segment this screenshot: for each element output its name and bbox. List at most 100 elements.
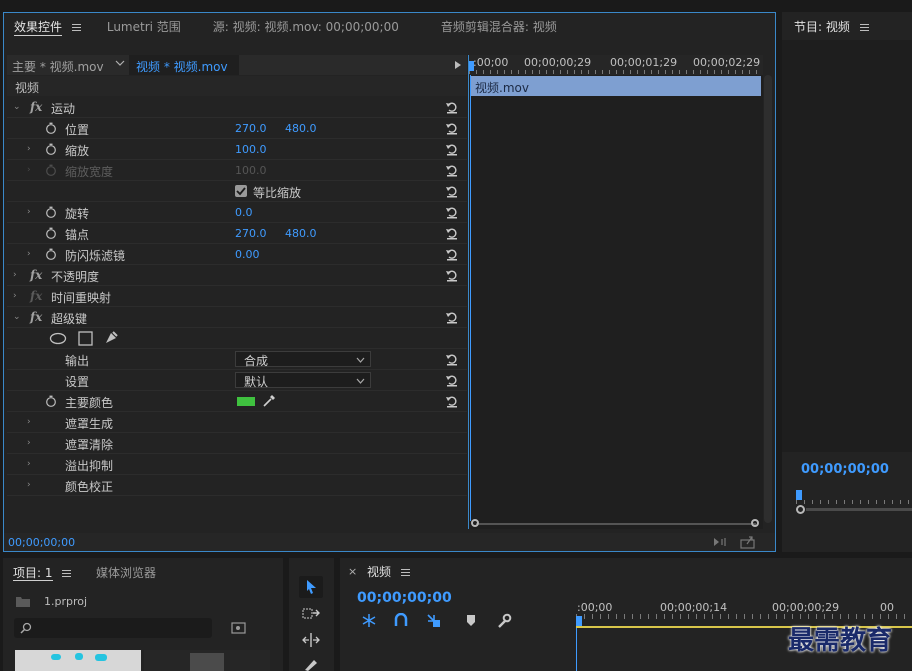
play-only-icon[interactable] bbox=[454, 59, 462, 73]
effect-ultra-key[interactable]: ⌄ fx 超级键 bbox=[7, 307, 467, 328]
tab-media-browser[interactable]: 媒体浏览器 bbox=[96, 564, 156, 581]
export-icon[interactable] bbox=[740, 535, 756, 549]
program-timecode[interactable]: 00;00;00;00 bbox=[801, 462, 889, 477]
fx-icon[interactable]: fx bbox=[30, 310, 42, 324]
sequence-clip-tab[interactable]: 视频 * 视频.mov bbox=[129, 55, 239, 75]
tab-audio-clip-mixer[interactable]: 音频剪辑混合器: 视频 bbox=[431, 18, 567, 35]
anti-flicker-value[interactable]: 0.00 bbox=[235, 248, 260, 261]
effect-opacity[interactable]: › fx 不透明度 bbox=[7, 265, 467, 286]
reset-icon[interactable] bbox=[445, 268, 459, 282]
stopwatch-icon[interactable] bbox=[45, 143, 57, 155]
stopwatch-icon[interactable] bbox=[45, 227, 57, 239]
zoom-scrollbar[interactable] bbox=[471, 519, 761, 529]
reset-icon[interactable] bbox=[445, 142, 459, 156]
effect-time-remapping[interactable]: › fx 时间重映射 bbox=[7, 286, 467, 307]
effect-timeline-clip[interactable]: 视频.mov bbox=[471, 76, 761, 96]
effect-timecode[interactable]: 00;00;00;00 bbox=[8, 536, 75, 549]
clip-thumbnail-2[interactable] bbox=[144, 650, 270, 671]
chevron-down-icon[interactable] bbox=[115, 57, 125, 71]
reset-icon[interactable] bbox=[445, 352, 459, 366]
reset-icon[interactable] bbox=[445, 205, 459, 219]
output-dropdown[interactable]: 合成 bbox=[235, 351, 371, 368]
program-monitor-tab[interactable]: 节目: 视频 bbox=[794, 18, 869, 35]
chevron-right-icon[interactable]: › bbox=[27, 248, 37, 260]
fx-icon[interactable]: fx bbox=[30, 100, 42, 114]
setting-dropdown[interactable]: 默认 bbox=[235, 372, 371, 389]
effect-timeline-ruler[interactable]: :00;00 00;00;00;29 00;00;01;29 00;00;02;… bbox=[469, 55, 763, 75]
playhead-marker[interactable] bbox=[796, 490, 802, 500]
stopwatch-icon[interactable] bbox=[45, 122, 57, 134]
zoom-handle-left[interactable] bbox=[796, 505, 805, 514]
sequence-timecode[interactable]: 00;00;00;00 bbox=[357, 590, 452, 606]
play-audio-icon[interactable] bbox=[712, 536, 728, 548]
scale-value[interactable]: 100.0 bbox=[235, 143, 267, 156]
snap-magnet-icon[interactable] bbox=[394, 613, 408, 628]
panel-menu-icon[interactable] bbox=[400, 567, 410, 578]
chevron-down-icon[interactable]: ⌄ bbox=[13, 101, 23, 113]
stopwatch-icon[interactable] bbox=[45, 395, 57, 407]
playhead-marker[interactable] bbox=[576, 616, 582, 626]
close-icon[interactable]: × bbox=[348, 565, 357, 578]
program-zoom-bar[interactable] bbox=[796, 505, 912, 515]
fx-icon[interactable]: fx bbox=[30, 268, 42, 282]
tab-lumetri-scopes[interactable]: Lumetri 范围 bbox=[97, 18, 191, 35]
zoom-handle-right[interactable] bbox=[751, 519, 759, 527]
chevron-right-icon[interactable]: › bbox=[27, 143, 37, 155]
reset-icon[interactable] bbox=[445, 373, 459, 387]
stopwatch-icon[interactable] bbox=[45, 248, 57, 260]
nest-sequence-icon[interactable] bbox=[361, 613, 377, 628]
add-marker-icon[interactable] bbox=[465, 614, 477, 628]
project-search-input[interactable] bbox=[14, 618, 212, 638]
position-x-value[interactable]: 270.0 bbox=[235, 122, 267, 135]
group-matte-cleanup[interactable]: › 遮罩清除 bbox=[7, 433, 467, 454]
key-color-swatch[interactable] bbox=[237, 397, 255, 406]
linked-selection-icon[interactable] bbox=[426, 613, 442, 628]
tab-source[interactable]: 源: 视频: 视频.mov: 00;00;00;00 bbox=[203, 18, 409, 35]
clip-thumbnail[interactable] bbox=[15, 650, 141, 671]
panel-menu-icon[interactable] bbox=[859, 22, 869, 33]
tab-effect-controls[interactable]: 效果控件 bbox=[4, 18, 91, 36]
project-tab[interactable]: 项目: 1 bbox=[13, 564, 72, 581]
program-video-area[interactable] bbox=[782, 40, 912, 452]
chevron-right-icon[interactable]: › bbox=[13, 290, 23, 302]
chevron-right-icon[interactable]: › bbox=[27, 437, 37, 449]
zoom-handle-left[interactable] bbox=[471, 519, 479, 527]
selection-tool-button[interactable] bbox=[299, 576, 323, 598]
sequence-tab[interactable]: 视频 bbox=[367, 563, 410, 580]
stopwatch-icon[interactable] bbox=[45, 206, 57, 218]
uniform-scale-checkbox[interactable] bbox=[235, 185, 247, 197]
group-matte-generation[interactable]: › 遮罩生成 bbox=[7, 412, 467, 433]
chevron-right-icon[interactable]: › bbox=[27, 458, 37, 470]
anchor-y-value[interactable]: 480.0 bbox=[285, 227, 317, 240]
vertical-scrollbar[interactable] bbox=[764, 75, 772, 523]
reset-icon[interactable] bbox=[445, 121, 459, 135]
anchor-x-value[interactable]: 270.0 bbox=[235, 227, 267, 240]
master-clip-label[interactable]: 主要 * 视频.mov bbox=[12, 58, 104, 75]
reset-icon[interactable] bbox=[445, 184, 459, 198]
reset-icon[interactable] bbox=[445, 226, 459, 240]
panel-menu-icon[interactable] bbox=[71, 22, 81, 33]
chevron-right-icon[interactable]: › bbox=[27, 479, 37, 491]
track-select-icon[interactable] bbox=[302, 606, 320, 622]
panel-menu-icon[interactable] bbox=[62, 568, 72, 579]
position-y-value[interactable]: 480.0 bbox=[285, 122, 317, 135]
reset-icon[interactable] bbox=[445, 247, 459, 261]
eyedropper-icon[interactable] bbox=[262, 394, 276, 408]
reset-icon[interactable] bbox=[445, 310, 459, 324]
reset-icon[interactable] bbox=[445, 163, 459, 177]
rectangle-mask-icon[interactable] bbox=[78, 331, 93, 346]
ripple-edit-icon[interactable] bbox=[302, 632, 320, 648]
pen-mask-icon[interactable] bbox=[103, 330, 119, 346]
reset-icon[interactable] bbox=[445, 100, 459, 114]
ellipse-mask-icon[interactable] bbox=[49, 332, 67, 345]
effect-motion[interactable]: ⌄ fx 运动 bbox=[7, 97, 467, 118]
group-color-correction[interactable]: › 颜色校正 bbox=[7, 475, 467, 496]
rotation-value[interactable]: 0.0 bbox=[235, 206, 253, 219]
group-spill-suppression[interactable]: › 溢出抑制 bbox=[7, 454, 467, 475]
playhead-marker[interactable] bbox=[469, 61, 474, 71]
program-time-ruler[interactable] bbox=[796, 490, 912, 504]
chevron-right-icon[interactable]: › bbox=[13, 269, 23, 281]
razor-tool-icon[interactable] bbox=[302, 658, 320, 671]
reset-icon[interactable] bbox=[445, 394, 459, 408]
chevron-right-icon[interactable]: › bbox=[27, 206, 37, 218]
